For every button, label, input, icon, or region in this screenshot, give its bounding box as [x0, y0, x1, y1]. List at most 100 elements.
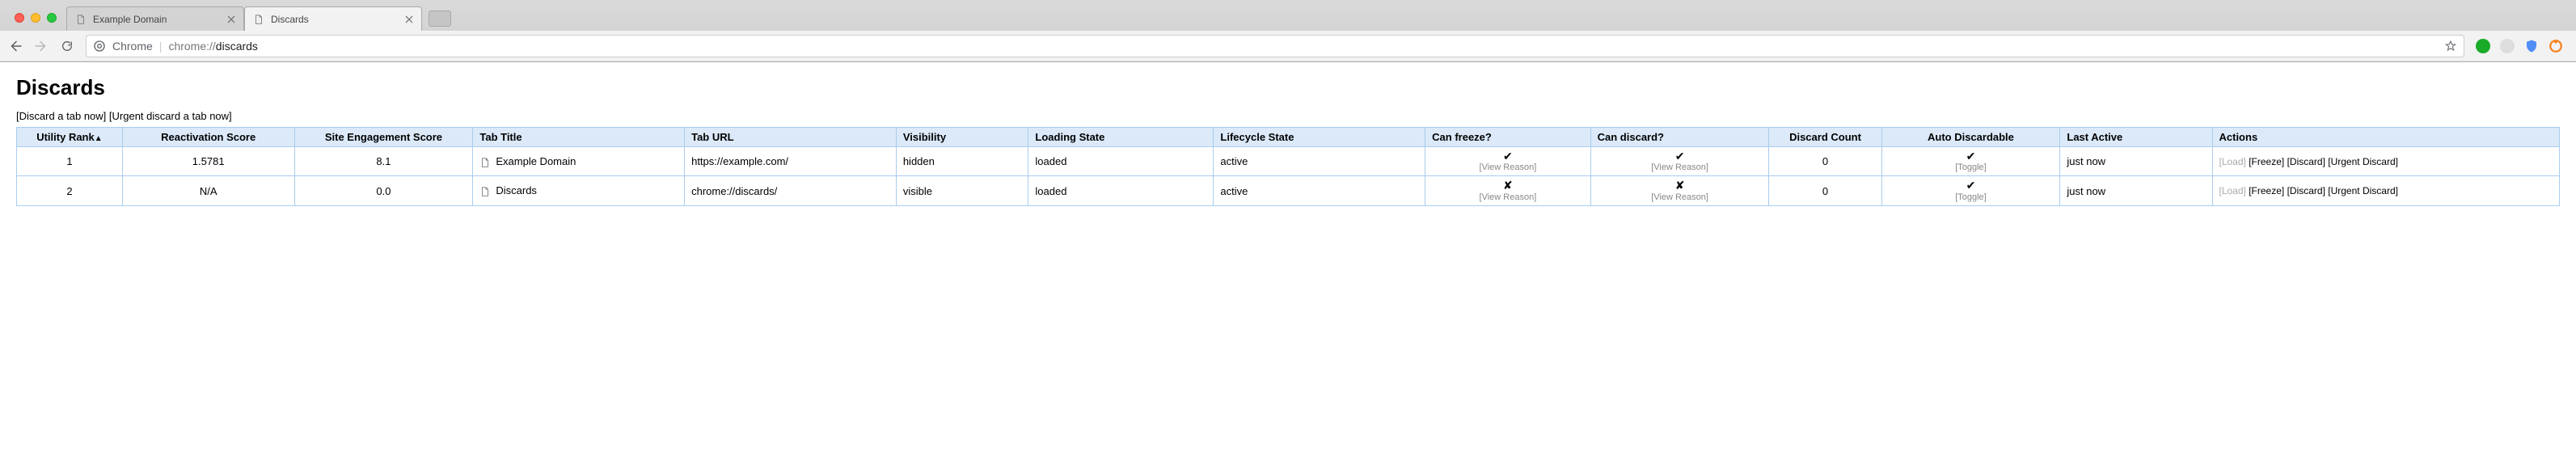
toolbar: Chrome | chrome://discards — [0, 31, 2576, 61]
col-can-freeze[interactable]: Can freeze? — [1425, 128, 1590, 147]
browser-tab[interactable]: Discards — [244, 6, 422, 31]
table-row: 2N/A0.0Discardschrome://discards/visible… — [17, 176, 2560, 205]
col-discard-count[interactable]: Discard Count — [1769, 128, 1881, 147]
cell-engagement: 0.0 — [294, 176, 473, 205]
url-separator: | — [159, 40, 163, 53]
cell-last-active: just now — [2060, 176, 2212, 205]
bookmark-star-icon[interactable] — [2444, 40, 2457, 53]
cell-rank: 1 — [17, 147, 123, 176]
extension-icons — [2476, 39, 2568, 53]
cell-reactivation: 1.5781 — [122, 147, 294, 176]
address-bar[interactable]: Chrome | chrome://discards — [86, 35, 2464, 57]
browser-tab[interactable]: Example Domain — [66, 6, 244, 31]
col-visibility[interactable]: Visibility — [896, 128, 1028, 147]
cell-discard-count: 0 — [1769, 147, 1881, 176]
col-auto-discardable[interactable]: Auto Discardable — [1881, 128, 2060, 147]
col-reactivation-score[interactable]: Reactivation Score — [122, 128, 294, 147]
tab-strip: Example Domain Discards — [0, 0, 2576, 31]
tab-title: Example Domain — [93, 14, 221, 25]
cell-lifecycle: active — [1214, 147, 1425, 176]
cell-actions: [Load] [Freeze] [Discard] [Urgent Discar… — [2212, 147, 2560, 176]
view-reason-link[interactable]: [View Reason] — [1598, 163, 1763, 172]
url-text: chrome://discards — [168, 40, 258, 53]
close-icon[interactable] — [227, 15, 235, 23]
file-icon — [253, 14, 264, 25]
action-discard[interactable]: [Discard] — [2287, 156, 2325, 167]
cell-rank: 2 — [17, 176, 123, 205]
view-reason-link[interactable]: [View Reason] — [1432, 192, 1583, 202]
browser-chrome: Example Domain Discards Chrome | chrome:/… — [0, 0, 2576, 62]
cell-auto-discardable: ✔[Toggle] — [1881, 176, 2060, 205]
window-controls — [6, 13, 66, 31]
col-lifecycle-state[interactable]: Lifecycle State — [1214, 128, 1425, 147]
cell-title: Example Domain — [473, 147, 685, 176]
col-site-engagement[interactable]: Site Engagement Score — [294, 128, 473, 147]
tabs-container: Example Domain Discards — [66, 6, 422, 31]
col-loading-state[interactable]: Loading State — [1028, 128, 1214, 147]
new-tab-button[interactable] — [429, 11, 451, 27]
extension-icon-2[interactable] — [2500, 39, 2515, 53]
check-icon: ✘ — [1432, 179, 1583, 192]
discards-table: Utility Rank▲ Reactivation Score Site En… — [16, 127, 2560, 206]
check-icon: ✔ — [1598, 150, 1763, 163]
arrow-right-icon — [34, 39, 49, 53]
close-icon[interactable] — [405, 15, 413, 23]
col-utility-rank[interactable]: Utility Rank▲ — [17, 128, 123, 147]
col-label: Utility Rank — [36, 131, 95, 143]
urgent-discard-now-link[interactable]: [Urgent discard a tab now] — [109, 110, 232, 122]
extension-icon-1[interactable] — [2476, 39, 2490, 53]
cell-engagement: 8.1 — [294, 147, 473, 176]
back-button[interactable] — [8, 39, 23, 53]
cell-can-freeze: ✘[View Reason] — [1425, 176, 1590, 205]
cell-can-discard: ✘[View Reason] — [1590, 176, 1769, 205]
view-reason-link[interactable]: [View Reason] — [1598, 192, 1763, 202]
file-icon — [479, 157, 491, 168]
arrow-left-icon — [8, 39, 23, 53]
col-actions[interactable]: Actions — [2212, 128, 2560, 147]
action-load[interactable]: [Load] — [2219, 185, 2246, 196]
shield-icon[interactable] — [2524, 39, 2539, 53]
cell-url: chrome://discards/ — [685, 176, 897, 205]
extension-icon-3[interactable] — [2549, 39, 2563, 53]
col-can-discard[interactable]: Can discard? — [1590, 128, 1769, 147]
cell-visibility: visible — [896, 176, 1028, 205]
cell-loading: loaded — [1028, 176, 1214, 205]
check-icon: ✔ — [1432, 150, 1583, 163]
cell-title: Discards — [473, 176, 685, 205]
tab-title: Discards — [271, 14, 399, 25]
reload-icon — [61, 40, 74, 53]
cell-discard-count: 0 — [1769, 176, 1881, 205]
check-icon: ✔ — [1889, 150, 2054, 163]
action-urgent-discard[interactable]: [Urgent Discard] — [2328, 156, 2398, 167]
chrome-page-icon — [93, 40, 106, 53]
reload-button[interactable] — [60, 39, 74, 53]
col-last-active[interactable]: Last Active — [2060, 128, 2212, 147]
action-freeze[interactable]: [Freeze] — [2249, 185, 2284, 196]
discard-now-link[interactable]: [Discard a tab now] — [16, 110, 106, 122]
window-close-button[interactable] — [15, 13, 24, 23]
action-load[interactable]: [Load] — [2219, 156, 2246, 167]
action-urgent-discard[interactable]: [Urgent Discard] — [2328, 185, 2398, 196]
action-freeze[interactable]: [Freeze] — [2249, 156, 2284, 167]
action-discard[interactable]: [Discard] — [2287, 185, 2325, 196]
table-header-row: Utility Rank▲ Reactivation Score Site En… — [17, 128, 2560, 147]
cell-visibility: hidden — [896, 147, 1028, 176]
cell-can-freeze: ✔[View Reason] — [1425, 147, 1590, 176]
col-tab-url[interactable]: Tab URL — [685, 128, 897, 147]
window-zoom-button[interactable] — [47, 13, 57, 23]
url-path-part: discards — [216, 40, 258, 53]
forward-button[interactable] — [34, 39, 49, 53]
page-content: Discards [Discard a tab now] [Urgent dis… — [0, 62, 2576, 219]
top-action-links: [Discard a tab now] [Urgent discard a ta… — [16, 110, 2560, 122]
cell-last-active: just now — [2060, 147, 2212, 176]
file-icon — [479, 186, 491, 197]
window-minimize-button[interactable] — [31, 13, 40, 23]
sort-arrow-icon: ▲ — [95, 134, 103, 143]
cell-url: https://example.com/ — [685, 147, 897, 176]
view-reason-link[interactable]: [View Reason] — [1432, 163, 1583, 172]
toggle-link[interactable]: [Toggle] — [1889, 163, 2054, 172]
toggle-link[interactable]: [Toggle] — [1889, 192, 2054, 202]
col-tab-title[interactable]: Tab Title — [473, 128, 685, 147]
page-heading: Discards — [16, 75, 2560, 100]
table-row: 11.57818.1Example Domainhttps://example.… — [17, 147, 2560, 176]
